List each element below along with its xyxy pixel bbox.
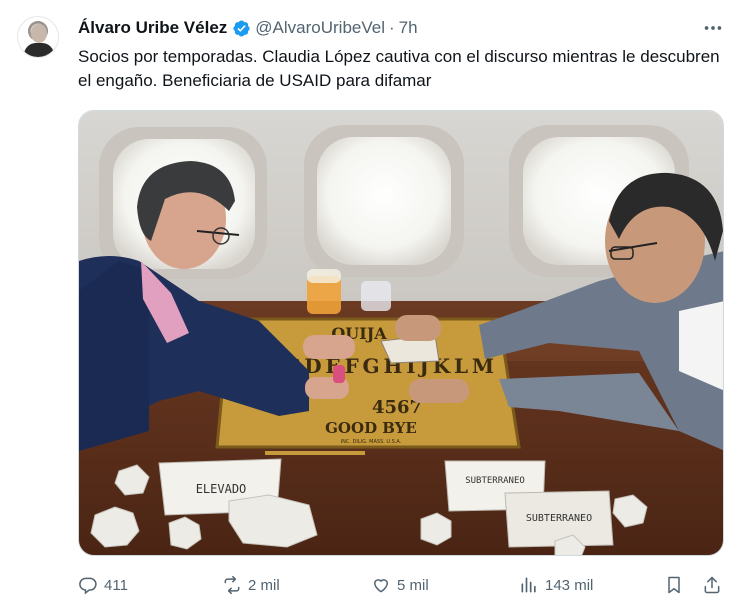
avatar-suit bbox=[24, 43, 54, 57]
tweet-photo[interactable]: QUIJA ABCDEFGHIJKLM 4567 GOOD BYE INC. D… bbox=[78, 110, 724, 556]
retweet-icon bbox=[224, 575, 240, 595]
like-count: 5 mil bbox=[397, 576, 429, 594]
share-button[interactable] bbox=[702, 573, 722, 597]
retweet-count: 2 mil bbox=[248, 576, 280, 594]
tweet-header: Álvaro Uribe Vélez @AlvaroUribeVel · 7h bbox=[78, 17, 418, 39]
verified-badge-icon[interactable] bbox=[232, 19, 251, 38]
header-separator: · bbox=[388, 18, 395, 37]
svg-text:SUBTERRANEO: SUBTERRANEO bbox=[465, 476, 525, 486]
reply-button[interactable]: 411 bbox=[78, 573, 128, 597]
reply-icon bbox=[79, 577, 97, 595]
author-avatar[interactable] bbox=[17, 16, 59, 58]
tweet-text: Socios por temporadas. Claudia López cau… bbox=[78, 47, 720, 90]
svg-text:ELEVADO: ELEVADO bbox=[196, 482, 247, 496]
tweet[interactable]: Álvaro Uribe Vélez @AlvaroUribeVel · 7h … bbox=[0, 0, 747, 606]
author-handle[interactable]: @AlvaroUribeVel bbox=[255, 18, 385, 38]
avatar-face bbox=[31, 24, 47, 43]
bookmark-button[interactable] bbox=[664, 573, 684, 597]
author-name[interactable]: Álvaro Uribe Vélez bbox=[78, 18, 227, 38]
photo-image: QUIJA ABCDEFGHIJKLM 4567 GOOD BYE INC. D… bbox=[79, 111, 723, 555]
more-options-icon[interactable] bbox=[700, 16, 726, 40]
like-button[interactable]: 5 mil bbox=[371, 573, 429, 597]
bookmark-icon bbox=[668, 576, 680, 594]
paper-right-2: SUBTERRANEO bbox=[504, 490, 614, 548]
views-button[interactable]: 143 mil bbox=[519, 573, 593, 597]
svg-text:SUBTERRANEO: SUBTERRANEO bbox=[526, 513, 592, 524]
action-bar: 411 2 mil 5 mil 143 mil bbox=[78, 573, 728, 597]
views-count: 143 mil bbox=[545, 576, 594, 594]
board-maker-text: INC. DILIG. MASS. U.S.A. bbox=[341, 439, 402, 445]
share-icon bbox=[704, 576, 720, 594]
heart-icon bbox=[373, 579, 389, 593]
reply-count: 411 bbox=[104, 576, 128, 594]
tweet-timestamp[interactable]: 7h bbox=[399, 18, 418, 38]
views-chart-icon bbox=[521, 577, 536, 593]
board-footer-text: GOOD BYE bbox=[325, 419, 417, 437]
retweet-button[interactable]: 2 mil bbox=[222, 573, 280, 597]
window-center bbox=[304, 125, 464, 277]
